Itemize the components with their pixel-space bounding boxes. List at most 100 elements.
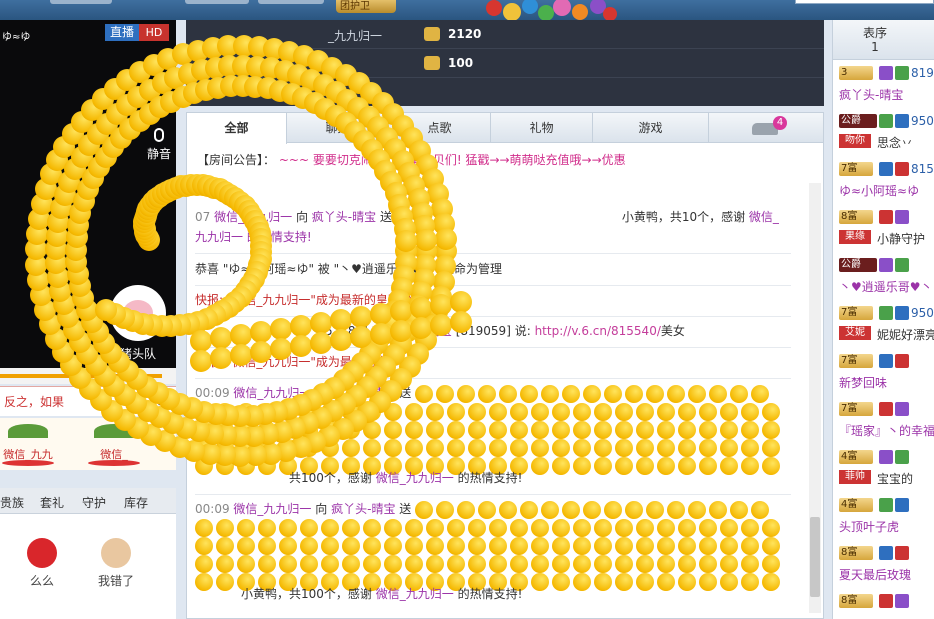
tab-game[interactable]: 游戏 xyxy=(593,113,709,143)
fan-item[interactable]: 8富 xyxy=(839,592,934,619)
fan-medal-icon xyxy=(895,450,909,464)
duck-icon xyxy=(384,537,402,555)
fan-name: 头顶叶子虎 xyxy=(839,520,900,534)
gift-tab-guard[interactable]: 守护 xyxy=(82,494,106,511)
tab-song[interactable]: 点歌 xyxy=(389,113,491,143)
gift-label: 我错了 xyxy=(97,574,134,588)
duck-icon xyxy=(468,439,486,457)
close-icon[interactable]: × xyxy=(156,391,169,410)
duck-icon xyxy=(300,421,318,439)
fan-item[interactable]: 3 819059 疯丫头-晴宝 xyxy=(839,64,934,114)
duck-icon xyxy=(699,403,717,421)
duck-icon xyxy=(447,421,465,439)
rank-card[interactable]: 微信_九九 xyxy=(0,424,56,466)
guard-label[interactable]: 团护卫 xyxy=(336,0,396,13)
duck-icon xyxy=(615,403,633,421)
duck-gift-block xyxy=(195,501,791,593)
duck-icon xyxy=(363,403,381,421)
duck-icon xyxy=(415,501,433,519)
gift-item[interactable]: 么么 xyxy=(12,538,72,589)
duck-icon xyxy=(552,537,570,555)
msg-target-id: [819059] xyxy=(455,324,511,338)
top-tab-right[interactable] xyxy=(258,0,324,4)
rank-card[interactable]: 微信_ xyxy=(86,424,142,466)
fan-medal-icon xyxy=(895,114,909,128)
fan-medal-icon xyxy=(879,498,893,512)
duck-icon xyxy=(573,537,591,555)
duck-icon xyxy=(489,421,507,439)
tab-chat[interactable]: 聊天 xyxy=(287,113,389,143)
fan-item[interactable]: 7富 81554 ゆ≈小阿瑶≈ゆ xyxy=(839,160,934,210)
msg-user[interactable]: 微信_九九归一 xyxy=(214,210,292,224)
divider xyxy=(195,253,791,254)
tab-all[interactable]: 全部 xyxy=(187,113,287,144)
duck-icon xyxy=(342,403,360,421)
duck-icon xyxy=(520,385,538,403)
fan-medal-icon xyxy=(895,66,909,80)
fan-item[interactable]: 8富 果缘 小静守护 xyxy=(839,208,934,258)
search-input[interactable] xyxy=(795,0,934,4)
video-player[interactable]: ゆ≈ゆ 直播 HD 静音 猪头队 xyxy=(0,20,176,368)
fan-item[interactable]: 8富 夏天最后玫瑰 xyxy=(839,544,934,594)
fans-header[interactable]: 表序 1 xyxy=(833,20,934,60)
live-button[interactable]: 直播 xyxy=(105,24,139,41)
hd-button[interactable]: HD xyxy=(139,24,169,41)
msg-link[interactable]: http://v.6.cn/815540/ xyxy=(535,324,661,338)
duck-icon xyxy=(363,439,381,457)
fan-name: 夏天最后玫瑰 xyxy=(839,568,912,582)
chat-scrollbar[interactable] xyxy=(809,183,821,613)
msg-thanks-user[interactable]: 微信_ xyxy=(749,210,779,224)
rank-base xyxy=(2,460,54,466)
duck-icon xyxy=(279,439,297,457)
contributor-row[interactable]: _九九归一 2120 xyxy=(186,21,824,49)
top-tab-left[interactable] xyxy=(50,0,112,4)
fan-level-badge: 3 xyxy=(839,66,873,80)
fan-level-badge: 7富 xyxy=(839,402,873,416)
gift-tab-set[interactable]: 套礼 xyxy=(40,494,64,511)
tab-gift[interactable]: 礼物 xyxy=(491,113,593,143)
duck-icon xyxy=(457,385,475,403)
left-notice: 反之，如果 × xyxy=(0,386,176,416)
duck-icon xyxy=(279,519,297,537)
contributor-row[interactable]: 100 xyxy=(186,50,824,78)
gift-tab-stock[interactable]: 库存 xyxy=(124,494,148,511)
chat-message-cont: 九九归一 的热情支持! xyxy=(195,227,785,247)
fan-item[interactable]: 4富 头顶叶子虎 xyxy=(839,496,934,546)
duck-icon xyxy=(384,421,402,439)
chat-panel: 全部 聊天 点歌 礼物 游戏 4 【房间公告】： ~~~ 要要切克闹！！希望宝贝… xyxy=(186,112,824,619)
fan-item[interactable]: 公爵 丶♥逍遥乐哥♥丶 xyxy=(839,256,934,306)
gift-tab-noble[interactable]: 贵族 xyxy=(0,494,24,511)
duck-icon xyxy=(552,421,570,439)
scrollbar-thumb[interactable] xyxy=(810,517,820,597)
rank-base xyxy=(88,460,140,466)
fan-item[interactable]: 4富 菲帅 宝宝的 xyxy=(839,448,934,498)
divider xyxy=(195,316,791,317)
msg-thanks-user[interactable]: 微信_九九归一 xyxy=(376,471,454,485)
msg-end: 的热情支持! xyxy=(457,587,523,601)
duck-icon xyxy=(384,555,402,573)
fan-item[interactable]: 7富 950 艾妮 妮妮好漂亮 xyxy=(839,304,934,354)
progress-bar xyxy=(0,368,176,384)
top-tab-mid[interactable] xyxy=(185,0,249,4)
duck-icon xyxy=(426,421,444,439)
fan-item[interactable]: 7富 新梦回味 xyxy=(839,352,934,402)
mute-button[interactable]: 静音 xyxy=(142,128,176,162)
duck-icon xyxy=(468,537,486,555)
duck-icon xyxy=(258,421,276,439)
msg-target[interactable]: 疯丫头-晴宝 xyxy=(388,324,452,338)
fan-level-badge: 公爵 xyxy=(839,114,877,128)
fan-item[interactable]: 公爵 95019 吻你思念丷 xyxy=(839,112,934,162)
gift-item[interactable]: 我错了 xyxy=(86,538,146,589)
duck-icon xyxy=(699,519,717,537)
msg-line2: 九九归一 的热情支持! xyxy=(195,230,312,244)
fan-medal-icon xyxy=(879,354,893,368)
msg-thanks-user[interactable]: 微信_九九归一 xyxy=(376,587,454,601)
duck-icon xyxy=(447,439,465,457)
duck-icon xyxy=(321,537,339,555)
fan-level-badge: 7富 xyxy=(839,306,873,320)
duck-icon xyxy=(342,555,360,573)
msg-target[interactable]: 疯丫头-晴宝 xyxy=(312,210,376,224)
mute-label: 静音 xyxy=(146,147,171,161)
fan-item[interactable]: 7富 『瑶家』丶的幸福 xyxy=(839,400,934,450)
leaf-icon xyxy=(8,424,48,438)
